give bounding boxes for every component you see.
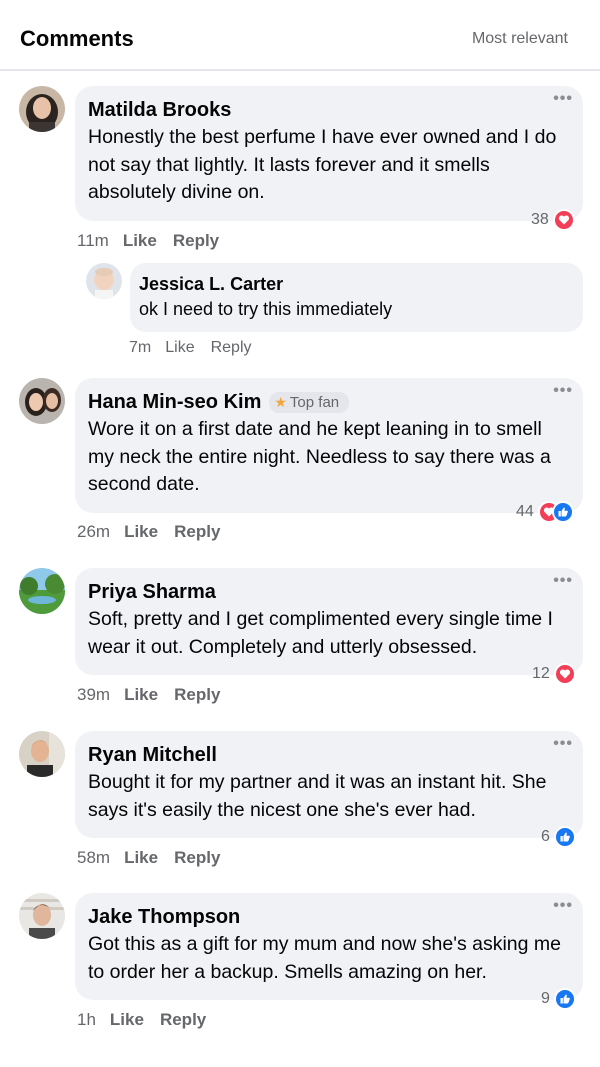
reaction-summary[interactable]: 6: [541, 825, 576, 849]
comment-actions: 39m Like Reply: [77, 685, 236, 705]
comment-bubble: ••• Matilda Brooks Honestly the best per…: [75, 86, 583, 221]
like-button[interactable]: Like: [110, 1010, 144, 1030]
avatar[interactable]: [86, 263, 122, 299]
reply-button[interactable]: Reply: [211, 338, 252, 358]
timestamp[interactable]: 58m: [77, 848, 110, 868]
comment-bubble: ••• Ryan Mitchell Bought it for my partn…: [75, 731, 583, 838]
reaction-summary[interactable]: 44: [516, 500, 574, 524]
timestamp[interactable]: 11m: [77, 231, 109, 251]
comment-text: ok I need to try this immediately: [139, 299, 393, 319]
top-fan-badge: ★ Top fan: [269, 391, 350, 413]
like-button[interactable]: Like: [123, 231, 157, 251]
sort-dropdown[interactable]: Most relevant: [472, 29, 568, 49]
timestamp[interactable]: 1h: [77, 1010, 96, 1030]
commenter-name[interactable]: Jessica L. Carter: [139, 273, 283, 295]
avatar[interactable]: [19, 378, 65, 424]
comment-text: Wore it on a first date and he kept lean…: [88, 418, 551, 495]
comment-text: Got this as a gift for my mum and now sh…: [88, 933, 561, 983]
more-dots-icon[interactable]: •••: [553, 383, 573, 399]
reply-button[interactable]: Reply: [160, 1010, 206, 1030]
comments-header: Comments Most relevant: [0, 0, 600, 71]
thumbs-up-icon: [553, 826, 576, 848]
comment-actions: 58m Like Reply: [77, 848, 236, 868]
reaction-count: 6: [541, 828, 550, 845]
like-button[interactable]: Like: [124, 848, 158, 868]
reaction-count: 44: [516, 503, 534, 520]
more-dots-icon[interactable]: •••: [553, 573, 573, 589]
reaction-count: 9: [541, 990, 550, 1007]
avatar[interactable]: [19, 731, 65, 777]
avatar[interactable]: [19, 893, 65, 939]
reply-button[interactable]: Reply: [174, 685, 220, 705]
comment-text: Bought it for my partner and it was an i…: [88, 771, 547, 821]
timestamp[interactable]: 39m: [77, 685, 110, 705]
badge-label: Top fan: [289, 393, 340, 411]
reaction-summary[interactable]: 12: [532, 662, 576, 686]
commenter-name[interactable]: Hana Min-seo Kim: [88, 390, 261, 414]
timestamp[interactable]: 26m: [77, 522, 110, 542]
comment-bubble: ••• Jake Thompson Got this as a gift for…: [75, 893, 583, 1000]
more-dots-icon[interactable]: •••: [553, 736, 573, 752]
comment-bubble: Jessica L. Carter ok I need to try this …: [130, 263, 583, 332]
commenter-name[interactable]: Jake Thompson: [88, 905, 240, 929]
comment-actions: 7m Like Reply: [129, 338, 268, 358]
page-title: Comments: [20, 26, 134, 51]
like-button[interactable]: Like: [165, 338, 194, 358]
comment-actions: 11m Like Reply: [77, 231, 235, 251]
reply-button[interactable]: Reply: [174, 522, 220, 542]
commenter-name[interactable]: Matilda Brooks: [88, 98, 231, 122]
thumbs-up-icon: [553, 988, 576, 1010]
timestamp[interactable]: 7m: [129, 338, 151, 358]
reaction-summary[interactable]: 38: [531, 208, 575, 232]
comment-text: Soft, pretty and I get complimented ever…: [88, 608, 553, 658]
star-icon: ★: [274, 393, 287, 410]
reaction-count: 12: [532, 665, 550, 682]
heart-icon: [552, 209, 575, 231]
like-button[interactable]: Like: [124, 522, 158, 542]
reply-button[interactable]: Reply: [173, 231, 219, 251]
heart-icon: [553, 663, 576, 685]
commenter-name[interactable]: Priya Sharma: [88, 580, 216, 604]
comment-actions: 1h Like Reply: [77, 1010, 222, 1030]
avatar[interactable]: [19, 86, 65, 132]
comment-bubble: ••• Priya Sharma Soft, pretty and I get …: [75, 568, 583, 675]
comment-bubble: ••• Hana Min-seo Kim ★ Top fan Wore it on…: [75, 378, 583, 513]
avatar[interactable]: [19, 568, 65, 614]
like-button[interactable]: Like: [124, 685, 158, 705]
commenter-name[interactable]: Ryan Mitchell: [88, 743, 217, 767]
reaction-summary[interactable]: 9: [541, 987, 576, 1011]
comment-actions: 26m Like Reply: [77, 522, 236, 542]
more-dots-icon[interactable]: •••: [553, 898, 573, 914]
reaction-count: 38: [531, 211, 549, 228]
more-dots-icon[interactable]: •••: [553, 91, 573, 107]
thumbs-up-icon: [551, 501, 574, 523]
comment-text: Honestly the best perfume I have ever ow…: [88, 126, 557, 203]
reply-button[interactable]: Reply: [174, 848, 220, 868]
